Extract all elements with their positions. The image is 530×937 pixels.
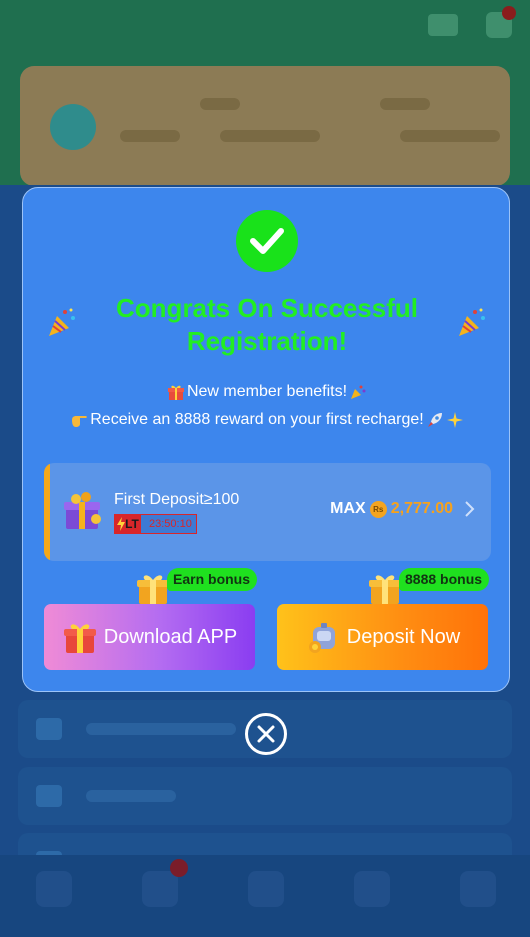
party-popper-icon: [351, 385, 366, 399]
sparkles-icon: [446, 412, 463, 428]
lightning-icon: [117, 517, 126, 531]
offer-accent-bar: [44, 463, 50, 561]
benefit-text-recharge-reward: Receive an 8888 reward on your first rec…: [90, 411, 424, 428]
limited-time-badge: LT: [115, 515, 141, 533]
deposit-now-button[interactable]: Deposit Now: [277, 604, 488, 670]
registration-success-modal: Congrats On Successful Registration! New…: [22, 187, 510, 692]
benefit-line-recharge-reward: Receive an 8888 reward on your first rec…: [23, 411, 511, 429]
max-reward: MAX Rs 2,777.00: [330, 500, 475, 518]
first-deposit-offer-card[interactable]: First Deposit≥100 LT 23:50:10 MAX Rs 2,7…: [44, 463, 491, 561]
deposit-now-label: Deposit Now: [346, 625, 461, 648]
benefit-text-new-member: New member benefits!: [186, 383, 348, 400]
treasure-gift-icon: [64, 492, 101, 529]
gift-icon: [63, 624, 96, 653]
download-app-label: Download APP: [103, 625, 238, 648]
countdown-timer: LT 23:50:10: [114, 514, 197, 534]
rupee-coin-icon: Rs: [369, 500, 387, 518]
first-deposit-title: First Deposit≥100: [114, 491, 240, 508]
max-amount: 2,777.00: [390, 500, 453, 517]
pointing-hand-icon: [72, 416, 87, 427]
limited-time-label: LT: [125, 517, 139, 531]
modal-title: Congrats On Successful Registration!: [116, 293, 418, 356]
piggy-bank-icon: [308, 623, 335, 653]
benefit-line-new-member: New member benefits!: [23, 383, 511, 401]
gift-icon: [167, 385, 184, 400]
8888-bonus-tag: 8888 bonus: [399, 568, 490, 591]
gift-icon: [369, 575, 401, 604]
countdown-time: 23:50:10: [149, 518, 192, 530]
rocket-icon: [427, 413, 442, 427]
close-modal-button[interactable]: [245, 713, 287, 755]
check-circle-icon: [236, 210, 298, 272]
close-icon: [257, 725, 275, 743]
earn-bonus-tag: Earn bonus: [167, 568, 258, 591]
max-label: MAX: [330, 500, 366, 517]
download-app-button[interactable]: Download APP: [44, 604, 255, 670]
party-popper-icon: [49, 308, 75, 336]
gift-icon: [137, 575, 169, 604]
party-popper-icon: [459, 308, 485, 336]
chevron-right-icon: [465, 501, 475, 517]
